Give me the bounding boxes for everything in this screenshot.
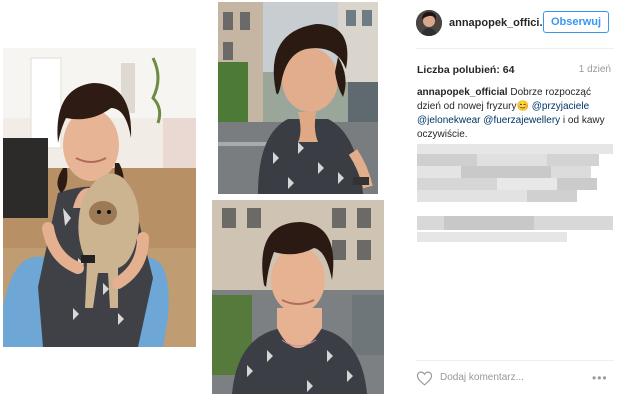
- redacted-block: [527, 190, 577, 202]
- post-header: annapopek_offici... Obserwuj: [404, 0, 620, 45]
- post-age[interactable]: 1 dzień: [579, 64, 611, 75]
- comment-bar: Dodaj komentarz... •••: [416, 369, 616, 389]
- photo-balcony-front: [212, 200, 384, 394]
- username-header[interactable]: annapopek_offici...: [449, 17, 549, 29]
- post-photo-bottom-right: [212, 200, 384, 394]
- likes-count[interactable]: Liczba polubień: 64: [417, 64, 514, 76]
- follow-button[interactable]: Obserwuj: [543, 11, 609, 33]
- post-caption: annapopek_official Dobrze rozpocząć dzie…: [417, 86, 613, 142]
- header-divider: [416, 48, 614, 49]
- redacted-block: [551, 166, 591, 178]
- photo-balcony-side: [218, 2, 378, 194]
- mention-przyjaciele[interactable]: @przyjaciele: [532, 101, 589, 112]
- post-photo-left: [3, 48, 196, 347]
- redacted-block: [444, 216, 534, 230]
- heart-icon[interactable]: [416, 370, 433, 387]
- redacted-block: [417, 232, 567, 242]
- redacted-block: [547, 154, 599, 166]
- post-side-panel: annapopek_offici... Obserwuj Liczba polu…: [404, 0, 620, 397]
- redacted-block: [417, 144, 613, 154]
- redacted-block: [417, 166, 461, 178]
- mention-jelonekwear[interactable]: @jelonekwear: [417, 115, 481, 126]
- mention-fuerzajewellery[interactable]: @fuerzajewellery: [483, 115, 560, 126]
- avatar[interactable]: [416, 10, 442, 36]
- post-photo-top-right: [218, 2, 378, 194]
- redacted-block: [417, 178, 497, 190]
- redacted-block: [477, 154, 547, 166]
- redacted-block: [557, 178, 597, 190]
- avatar-image: [416, 10, 442, 36]
- more-options-icon[interactable]: •••: [592, 371, 608, 385]
- redacted-block: [461, 166, 551, 178]
- comment-input[interactable]: Dodaj komentarz...: [440, 372, 524, 383]
- redacted-block: [417, 154, 477, 166]
- photo-salon-with-dog: [3, 48, 196, 347]
- caption-username[interactable]: annapopek_official: [417, 87, 508, 98]
- comment-divider: [416, 360, 614, 361]
- redacted-block: [497, 178, 557, 190]
- redacted-block: [417, 190, 527, 202]
